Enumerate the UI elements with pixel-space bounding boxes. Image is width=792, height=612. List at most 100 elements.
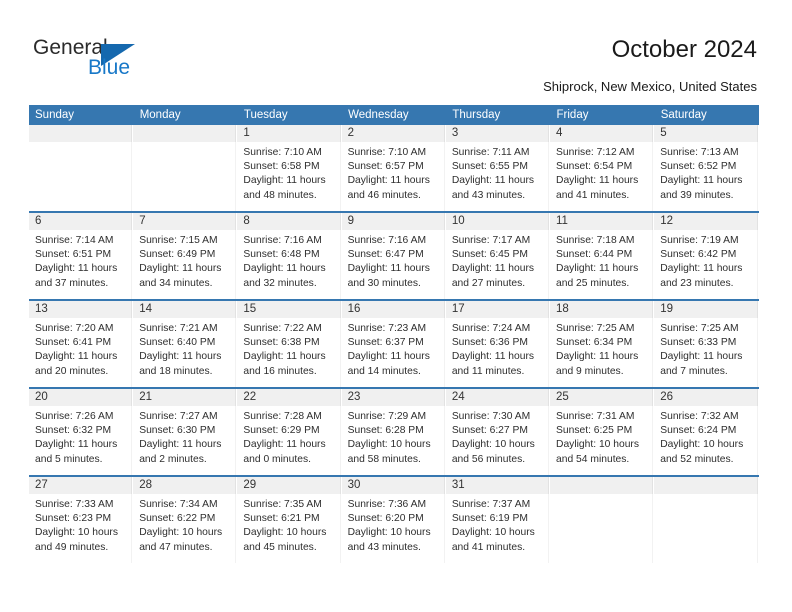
day-details: Sunrise: 7:33 AM Sunset: 6:23 PM Dayligh… — [29, 494, 133, 563]
day-details: Sunrise: 7:24 AM Sunset: 6:36 PM Dayligh… — [445, 318, 550, 387]
day-cell[interactable]: 28 Sunrise: 7:34 AM Sunset: 6:22 PM Dayl… — [133, 475, 238, 563]
sunrise-text: Sunrise: 7:11 AM — [451, 147, 530, 158]
day-cell[interactable]: 30 Sunrise: 7:36 AM Sunset: 6:20 PM Dayl… — [341, 475, 446, 563]
daylight-text-line1: Daylight: 11 hours — [660, 263, 743, 275]
daylight-text-line1: Daylight: 11 hours — [243, 351, 326, 363]
day-cell[interactable]: 5 Sunrise: 7:13 AM Sunset: 6:52 PM Dayli… — [654, 125, 759, 212]
generalblue-logo[interactable]: General Blue — [33, 36, 163, 84]
sunset-text: Sunset: 6:29 PM — [243, 425, 320, 437]
daylight-text-line1: Daylight: 11 hours — [347, 175, 430, 187]
sunset-text: Sunset: 6:38 PM — [243, 337, 320, 349]
sunrise-text: Sunrise: 7:24 AM — [451, 323, 531, 334]
day-number: 9 — [341, 213, 445, 230]
sunset-text: Sunset: 6:58 PM — [243, 161, 320, 173]
daylight-text-line1: Daylight: 10 hours — [347, 527, 431, 539]
day-cell[interactable]: 13 Sunrise: 7:20 AM Sunset: 6:41 PM Dayl… — [29, 299, 134, 388]
day-number: 20 — [29, 389, 133, 406]
day-details — [133, 142, 237, 211]
day-number: 22 — [237, 389, 341, 406]
daylight-text-line2: and 54 minutes. — [556, 453, 630, 465]
day-number: 17 — [445, 301, 550, 318]
daylight-text-line2: and 39 minutes. — [660, 189, 734, 201]
day-details: Sunrise: 7:20 AM Sunset: 6:41 PM Dayligh… — [29, 318, 133, 387]
day-cell[interactable]: 29 Sunrise: 7:35 AM Sunset: 6:21 PM Dayl… — [237, 475, 342, 563]
day-details: Sunrise: 7:22 AM Sunset: 6:38 PM Dayligh… — [237, 318, 341, 387]
sunrise-text: Sunrise: 7:18 AM — [556, 235, 635, 246]
day-number: 28 — [133, 477, 237, 494]
daylight-text-line2: and 41 minutes. — [556, 189, 630, 201]
sunrise-text: Sunrise: 7:15 AM — [139, 235, 218, 246]
day-details — [550, 494, 654, 563]
day-cell[interactable]: 6 Sunrise: 7:14 AM Sunset: 6:51 PM Dayli… — [29, 211, 134, 300]
day-cell[interactable]: 16 Sunrise: 7:23 AM Sunset: 6:37 PM Dayl… — [341, 299, 446, 388]
day-number: 6 — [29, 213, 133, 230]
sunrise-text: Sunrise: 7:13 AM — [660, 147, 739, 158]
day-details: Sunrise: 7:36 AM Sunset: 6:20 PM Dayligh… — [341, 494, 445, 563]
day-number: 13 — [29, 301, 133, 318]
daylight-text-line2: and 52 minutes. — [660, 453, 734, 465]
day-cell[interactable]: 3 Sunrise: 7:11 AM Sunset: 6:55 PM Dayli… — [445, 125, 551, 212]
day-number: 14 — [133, 301, 237, 318]
day-cell[interactable] — [654, 475, 759, 563]
page-header: General Blue October 2024 Shiprock, New … — [0, 0, 792, 100]
day-cell[interactable] — [133, 125, 238, 212]
daylight-text-line1: Daylight: 11 hours — [35, 351, 118, 363]
day-cell[interactable]: 14 Sunrise: 7:21 AM Sunset: 6:40 PM Dayl… — [133, 299, 238, 388]
day-number: 10 — [445, 213, 550, 230]
daylight-text-line1: Daylight: 11 hours — [556, 175, 639, 187]
calendar-body: 1 Sunrise: 7:10 AM Sunset: 6:58 PM Dayli… — [29, 125, 759, 563]
daylight-text-line1: Daylight: 11 hours — [347, 263, 430, 275]
sunset-text: Sunset: 6:25 PM — [556, 425, 633, 437]
day-number: 15 — [237, 301, 341, 318]
calendar-week-row: 6 Sunrise: 7:14 AM Sunset: 6:51 PM Dayli… — [29, 211, 759, 300]
day-number — [654, 477, 758, 494]
day-cell[interactable]: 9 Sunrise: 7:16 AM Sunset: 6:47 PM Dayli… — [341, 211, 446, 300]
day-cell[interactable]: 2 Sunrise: 7:10 AM Sunset: 6:57 PM Dayli… — [341, 125, 446, 212]
day-number: 21 — [133, 389, 237, 406]
sunrise-text: Sunrise: 7:12 AM — [556, 147, 635, 158]
daylight-text-line2: and 23 minutes. — [660, 277, 734, 289]
daylight-text-line1: Daylight: 10 hours — [451, 527, 535, 539]
day-cell[interactable]: 17 Sunrise: 7:24 AM Sunset: 6:36 PM Dayl… — [445, 299, 551, 388]
daylight-text-line2: and 2 minutes. — [139, 453, 207, 465]
sunrise-text: Sunrise: 7:33 AM — [35, 499, 114, 510]
daylight-text-line1: Daylight: 11 hours — [243, 263, 326, 275]
day-number: 16 — [341, 301, 445, 318]
day-cell[interactable]: 4 Sunrise: 7:12 AM Sunset: 6:54 PM Dayli… — [550, 125, 655, 212]
day-cell[interactable]: 23 Sunrise: 7:29 AM Sunset: 6:28 PM Dayl… — [341, 387, 446, 476]
daylight-text-line2: and 56 minutes. — [451, 453, 526, 465]
day-cell[interactable]: 8 Sunrise: 7:16 AM Sunset: 6:48 PM Dayli… — [237, 211, 342, 300]
day-cell[interactable]: 10 Sunrise: 7:17 AM Sunset: 6:45 PM Dayl… — [445, 211, 551, 300]
day-cell[interactable]: 1 Sunrise: 7:10 AM Sunset: 6:58 PM Dayli… — [237, 125, 342, 212]
daylight-text-line2: and 37 minutes. — [35, 277, 109, 289]
day-cell[interactable]: 21 Sunrise: 7:27 AM Sunset: 6:30 PM Dayl… — [133, 387, 238, 476]
daylight-text-line1: Daylight: 10 hours — [139, 527, 223, 539]
day-cell[interactable] — [550, 475, 655, 563]
day-cell[interactable]: 12 Sunrise: 7:19 AM Sunset: 6:42 PM Dayl… — [654, 211, 759, 300]
day-details: Sunrise: 7:18 AM Sunset: 6:44 PM Dayligh… — [550, 230, 654, 299]
day-cell[interactable]: 20 Sunrise: 7:26 AM Sunset: 6:32 PM Dayl… — [29, 387, 134, 476]
day-cell[interactable]: 24 Sunrise: 7:30 AM Sunset: 6:27 PM Dayl… — [445, 387, 551, 476]
day-details — [654, 494, 758, 563]
day-cell[interactable]: 26 Sunrise: 7:32 AM Sunset: 6:24 PM Dayl… — [654, 387, 759, 476]
sunset-text: Sunset: 6:51 PM — [35, 249, 112, 261]
day-cell[interactable]: 11 Sunrise: 7:18 AM Sunset: 6:44 PM Dayl… — [550, 211, 655, 300]
day-cell[interactable]: 7 Sunrise: 7:15 AM Sunset: 6:49 PM Dayli… — [133, 211, 238, 300]
sunrise-text: Sunrise: 7:37 AM — [451, 499, 531, 510]
day-number — [29, 125, 133, 142]
sunset-text: Sunset: 6:55 PM — [451, 161, 528, 173]
day-cell[interactable]: 25 Sunrise: 7:31 AM Sunset: 6:25 PM Dayl… — [550, 387, 655, 476]
day-cell[interactable]: 18 Sunrise: 7:25 AM Sunset: 6:34 PM Dayl… — [550, 299, 655, 388]
sunset-text: Sunset: 6:45 PM — [451, 249, 528, 261]
weekday-header-sunday: Sunday — [29, 105, 134, 125]
day-cell[interactable]: 27 Sunrise: 7:33 AM Sunset: 6:23 PM Dayl… — [29, 475, 134, 563]
day-cell[interactable] — [29, 125, 134, 212]
day-cell[interactable]: 19 Sunrise: 7:25 AM Sunset: 6:33 PM Dayl… — [654, 299, 759, 388]
day-number: 30 — [341, 477, 445, 494]
day-details: Sunrise: 7:28 AM Sunset: 6:29 PM Dayligh… — [237, 406, 341, 475]
day-details: Sunrise: 7:15 AM Sunset: 6:49 PM Dayligh… — [133, 230, 237, 299]
day-cell[interactable]: 15 Sunrise: 7:22 AM Sunset: 6:38 PM Dayl… — [237, 299, 342, 388]
day-cell[interactable]: 31 Sunrise: 7:37 AM Sunset: 6:19 PM Dayl… — [445, 475, 551, 563]
sunrise-text: Sunrise: 7:16 AM — [347, 235, 427, 246]
day-cell[interactable]: 22 Sunrise: 7:28 AM Sunset: 6:29 PM Dayl… — [237, 387, 342, 476]
